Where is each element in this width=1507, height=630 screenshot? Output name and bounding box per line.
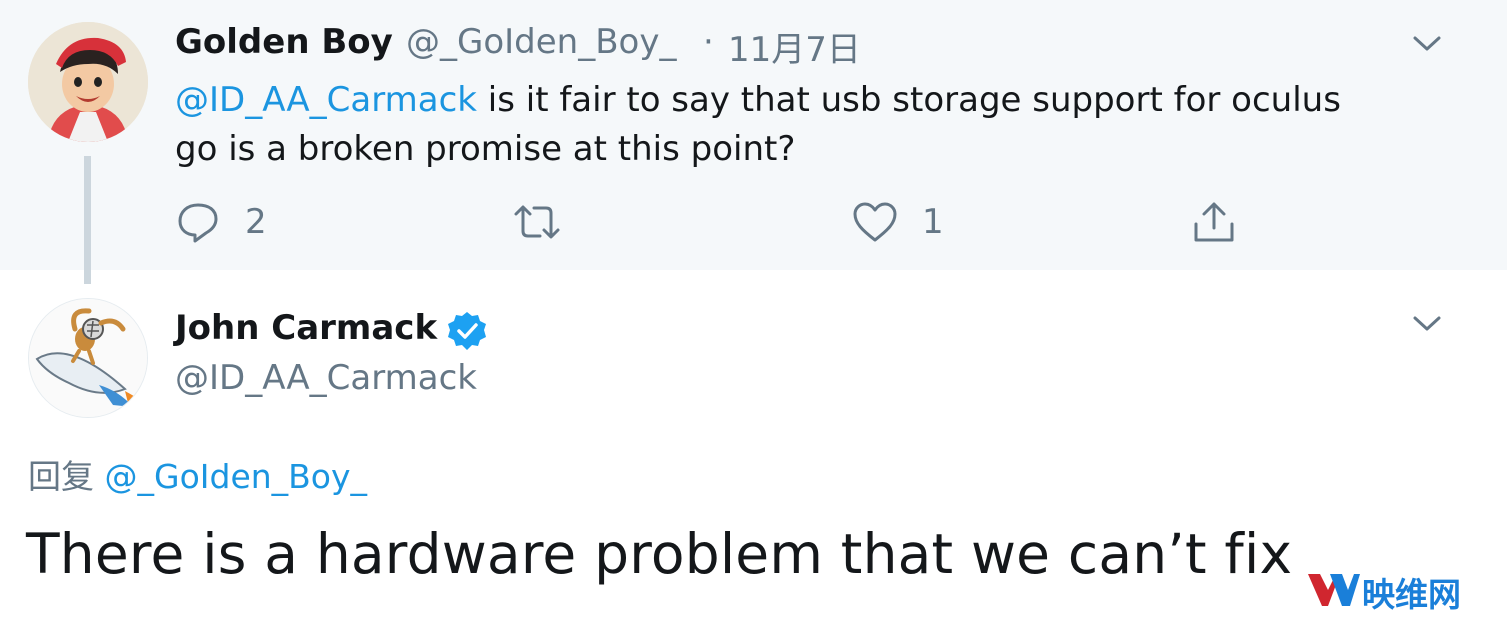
replying-to: 回复 @_GoIden_Boy_ <box>28 450 367 498</box>
separator-dot: · <box>703 22 714 62</box>
watermark-text: 映维网 <box>1362 575 1461 614</box>
verified-badge-icon <box>448 312 486 350</box>
parent-text-part: is it fair to say that usb storage suppo… <box>476 80 1341 120</box>
reply-tweet-text: There is a hardware problem that we can’… <box>26 522 1293 586</box>
reply-display-name[interactable]: John Carmack <box>175 308 437 348</box>
parent-tweet-text-line2: go is a broken promise at this point? <box>175 129 796 169</box>
reply-count: 2 <box>245 202 267 242</box>
parent-display-name[interactable]: Golden Boy <box>175 22 393 62</box>
like-count: 1 <box>922 202 944 242</box>
reply-icon[interactable] <box>176 200 220 244</box>
watermark: 映维网 <box>1306 568 1486 614</box>
chevron-down-icon[interactable] <box>1412 314 1442 334</box>
share-icon[interactable] <box>1192 200 1236 244</box>
avatar-john-carmack[interactable] <box>28 298 148 418</box>
reply-to-handle-link[interactable]: @_GoIden_Boy_ <box>105 457 368 496</box>
tweet-date[interactable]: 11月7日 <box>728 22 861 71</box>
parent-tweet-text-line1: @ID_AA_Carmack is it fair to say that us… <box>175 76 1341 125</box>
reply-handle[interactable]: @ID_AA_Carmack <box>175 358 477 398</box>
watermark-logo-icon <box>1308 574 1360 606</box>
chevron-down-icon[interactable] <box>1412 34 1442 54</box>
mention-link[interactable]: @ID_AA_Carmack <box>175 80 477 120</box>
thread-connector <box>84 156 91 284</box>
avatar-golden-boy[interactable] <box>28 22 148 142</box>
retweet-icon[interactable] <box>510 200 564 244</box>
parent-handle[interactable]: @_GoIden_Boy_ <box>406 22 676 62</box>
reply-prefix: 回复 <box>28 457 94 496</box>
like-icon[interactable] <box>852 200 898 244</box>
